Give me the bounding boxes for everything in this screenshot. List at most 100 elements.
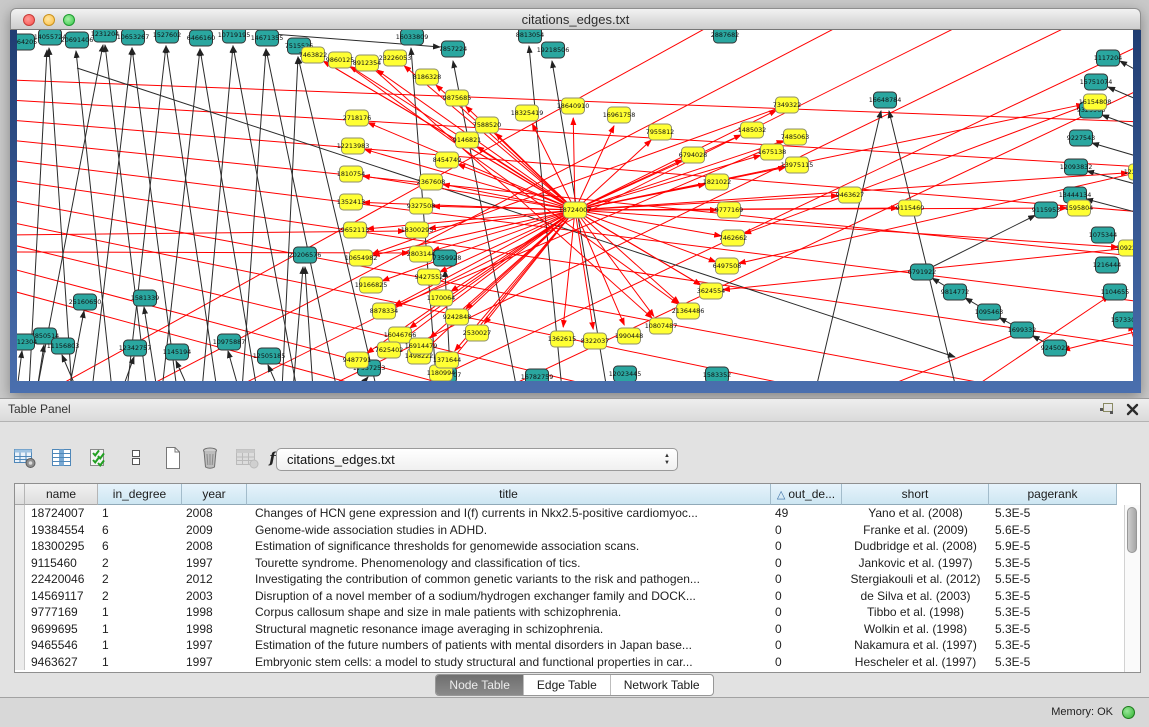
table-cell[interactable]: 0: [771, 571, 842, 588]
table-cell[interactable]: 1998: [182, 621, 247, 638]
table-cell[interactable]: 2012: [182, 571, 247, 588]
column-header-in-degree[interactable]: in_degree: [98, 484, 182, 505]
table-cell[interactable]: 1: [98, 505, 182, 522]
table-cell[interactable]: 5.9E-5: [989, 538, 1117, 555]
table-cell[interactable]: 2009: [182, 522, 247, 539]
table-cell[interactable]: Tibbo et al. (1998): [842, 604, 989, 621]
table-cell[interactable]: 0: [771, 522, 842, 539]
table-cell[interactable]: Stergiakouli et al. (2012): [842, 571, 989, 588]
table-cell[interactable]: 1: [98, 637, 182, 654]
table-row[interactable]: 946554611997Estimation of the future num…: [15, 637, 1140, 654]
table-cell[interactable]: 0: [771, 637, 842, 654]
zoom-window-button[interactable]: [63, 14, 75, 26]
table-cell[interactable]: Wolkin et al. (1998): [842, 621, 989, 638]
tab-node-table[interactable]: Node Table: [436, 675, 523, 695]
tab-network-table[interactable]: Network Table: [610, 675, 713, 695]
table-row[interactable]: 911546021997Tourette syndrome. Phenomeno…: [15, 555, 1140, 572]
table-cell[interactable]: 0: [771, 654, 842, 671]
table-cell[interactable]: Structural magnetic resonance image aver…: [247, 621, 771, 638]
table-cell[interactable]: 0: [771, 538, 842, 555]
table-cell[interactable]: 14569117: [25, 588, 98, 605]
network-canvas[interactable]: 2064205140557242069140612312041065326715…: [17, 30, 1133, 381]
window-titlebar[interactable]: citations_edges.txt: [10, 8, 1141, 30]
table-row[interactable]: 977716911998Corpus callosum shape and si…: [15, 604, 1140, 621]
table-cell[interactable]: Hescheler et al. (1997): [842, 654, 989, 671]
table-cell[interactable]: 6: [98, 538, 182, 555]
table-cell[interactable]: 0: [771, 555, 842, 572]
table-cell[interactable]: Dudbridge et al. (2008): [842, 538, 989, 555]
table-cell[interactable]: Genome-wide association studies in ADHD.: [247, 522, 771, 539]
table-cell[interactable]: 18300295: [25, 538, 98, 555]
column-header-short[interactable]: short: [842, 484, 989, 505]
table-cell[interactable]: Tourette syndrome. Phenomenology and cla…: [247, 555, 771, 572]
column-header-name[interactable]: name: [25, 484, 98, 505]
table-cell[interactable]: 5.3E-5: [989, 654, 1117, 671]
column-header-year[interactable]: year: [182, 484, 247, 505]
table-cell[interactable]: 9465546: [25, 637, 98, 654]
table-cell[interactable]: 5.3E-5: [989, 604, 1117, 621]
table-row[interactable]: 1456911722003Disruption of a novel membe…: [15, 588, 1140, 605]
table-cell[interactable]: Jankovic et al. (1997): [842, 555, 989, 572]
table-cell[interactable]: 18724007: [25, 505, 98, 522]
table-cell[interactable]: Franke et al. (2009): [842, 522, 989, 539]
table-cell[interactable]: 2008: [182, 505, 247, 522]
table-cell[interactable]: 5.3E-5: [989, 505, 1117, 522]
table-row[interactable]: 1872400712008Changes of HCN gene express…: [15, 505, 1140, 522]
table-cell[interactable]: 2008: [182, 538, 247, 555]
table-cell[interactable]: 1: [98, 654, 182, 671]
table-settings-icon[interactable]: [12, 445, 38, 471]
table-cell[interactable]: 6: [98, 522, 182, 539]
table-row[interactable]: 969969511998Structural magnetic resonanc…: [15, 621, 1140, 638]
new-column-icon[interactable]: [160, 445, 186, 471]
table-scrollbar[interactable]: [1124, 505, 1140, 672]
table-cell[interactable]: de Silva et al. (2003): [842, 588, 989, 605]
table-cell[interactable]: 9115460: [25, 555, 98, 572]
table-cell[interactable]: 5.5E-5: [989, 571, 1117, 588]
table-row[interactable]: 2242004622012Investigating the contribut…: [15, 571, 1140, 588]
table-cell[interactable]: 2: [98, 555, 182, 572]
table-cell[interactable]: 9777169: [25, 604, 98, 621]
table-cell[interactable]: 1997: [182, 555, 247, 572]
table-cell[interactable]: 1997: [182, 637, 247, 654]
table-cell[interactable]: 1: [98, 621, 182, 638]
table-cell[interactable]: 2003: [182, 588, 247, 605]
row-height-icon[interactable]: [123, 445, 149, 471]
table-cell[interactable]: 9463627: [25, 654, 98, 671]
table-cell[interactable]: 49: [771, 505, 842, 522]
table-cell[interactable]: Estimation of significance thresholds fo…: [247, 538, 771, 555]
column-header-title[interactable]: title: [247, 484, 771, 505]
float-panel-icon[interactable]: [1099, 402, 1114, 416]
table-cell[interactable]: 1998: [182, 604, 247, 621]
table-cell[interactable]: 0: [771, 588, 842, 605]
table-cell[interactable]: 9699695: [25, 621, 98, 638]
table-cell[interactable]: 5.3E-5: [989, 637, 1117, 654]
select-rows-icon[interactable]: [86, 445, 112, 471]
table-cell[interactable]: 22420046: [25, 571, 98, 588]
table-cell[interactable]: 0: [771, 604, 842, 621]
table-cell[interactable]: Embryonic stem cells: a model to study s…: [247, 654, 771, 671]
column-header-pagerank[interactable]: pagerank: [989, 484, 1117, 505]
table-cell[interactable]: 5.3E-5: [989, 555, 1117, 572]
table-cell[interactable]: 5.3E-5: [989, 588, 1117, 605]
table-cell[interactable]: Corpus callosum shape and size in male p…: [247, 604, 771, 621]
table-cell[interactable]: Nakamura et al. (1997): [842, 637, 989, 654]
table-cell[interactable]: Changes of HCN gene expression and I(f) …: [247, 505, 771, 522]
close-window-button[interactable]: [23, 14, 35, 26]
table-cell[interactable]: 2: [98, 588, 182, 605]
delete-column-icon[interactable]: [197, 445, 223, 471]
table-cell[interactable]: 5.6E-5: [989, 522, 1117, 539]
table-cell[interactable]: Disruption of a novel member of a sodium…: [247, 588, 771, 605]
table-cell[interactable]: Estimation of the future numbers of pati…: [247, 637, 771, 654]
scrollbar-thumb[interactable]: [1127, 507, 1137, 553]
table-select-dropdown[interactable]: citations_edges.txt ▲▼: [276, 448, 678, 471]
tab-edge-table[interactable]: Edge Table: [523, 675, 610, 695]
table-cell[interactable]: 19384554: [25, 522, 98, 539]
show-columns-icon[interactable]: [49, 445, 75, 471]
close-panel-icon[interactable]: [1126, 403, 1139, 416]
import-table-icon[interactable]: [234, 445, 260, 471]
table-cell[interactable]: 2: [98, 571, 182, 588]
table-cell[interactable]: 1: [98, 604, 182, 621]
table-row[interactable]: 1938455462009Genome-wide association stu…: [15, 522, 1140, 539]
table-cell[interactable]: Investigating the contribution of common…: [247, 571, 771, 588]
table-cell[interactable]: 5.3E-5: [989, 621, 1117, 638]
